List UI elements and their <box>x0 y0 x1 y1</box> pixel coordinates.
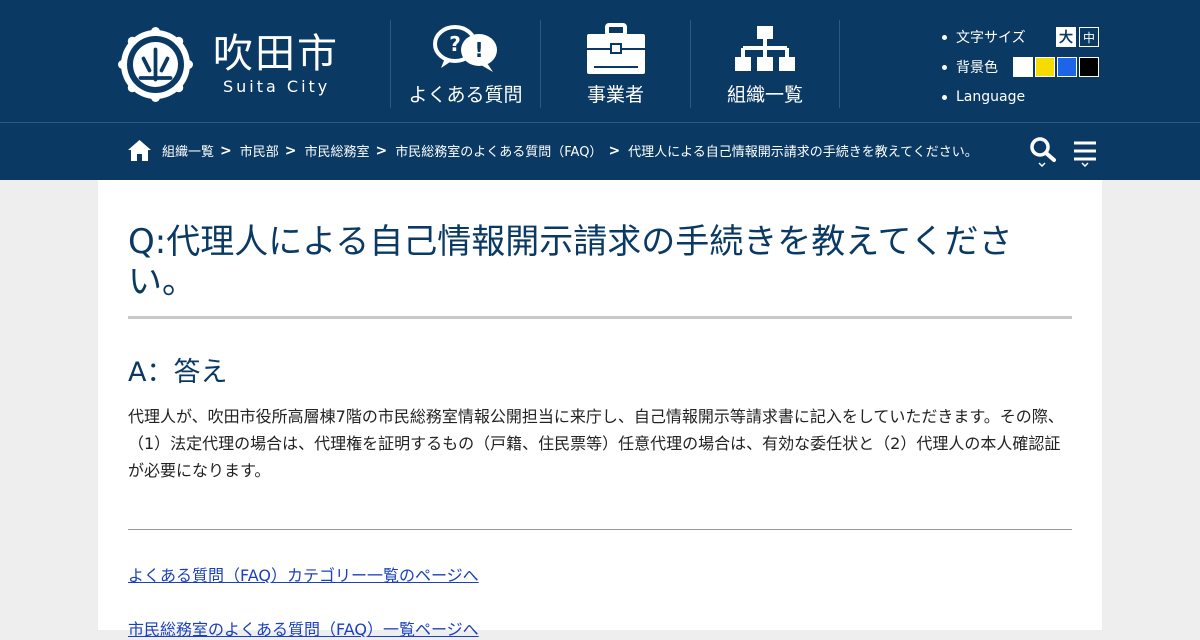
faq-list-link[interactable]: 市民総務室のよくある質問（FAQ）一覧ページへ <box>128 616 479 640</box>
svg-text:!: ! <box>474 38 483 62</box>
briefcase-icon <box>586 23 645 74</box>
search-button[interactable] <box>1030 137 1056 171</box>
home-icon <box>128 140 151 161</box>
faq-category-link[interactable]: よくある質問（FAQ）カテゴリー一覧のページへ <box>128 562 479 586</box>
bg-yellow-button[interactable] <box>1035 57 1055 77</box>
main-content: Q:代理人による自己情報開示請求の手続きを教えてください。 A：答え 代理人が、… <box>98 180 1102 639</box>
bg-black-button[interactable] <box>1079 57 1099 77</box>
home-link[interactable] <box>127 139 152 162</box>
breadcrumb-separator: > <box>608 142 621 159</box>
menu-icon <box>1074 141 1096 168</box>
breadcrumb-item[interactable]: 市民総務室 <box>305 141 370 160</box>
font-size-large-button[interactable]: 大 <box>1056 27 1076 47</box>
nav-organization[interactable]: 組織一覧 <box>690 20 840 108</box>
bg-blue-button[interactable] <box>1057 57 1077 77</box>
menu-button[interactable] <box>1072 137 1098 171</box>
city-emblem-icon <box>118 27 193 102</box>
background-color-options <box>1013 57 1101 77</box>
page-title: Q:代理人による自己情報開示請求の手続きを教えてください。 <box>128 222 1013 302</box>
bullet-icon <box>942 94 947 100</box>
breadcrumb-separator: > <box>220 142 232 159</box>
bullet-icon <box>942 34 947 40</box>
main-nav: ? ! よくある質問 事業者 組織一覧 <box>390 20 840 108</box>
bg-white-button[interactable] <box>1013 57 1033 77</box>
nav-organization-label: 組織一覧 <box>726 84 803 106</box>
breadcrumb-current: 代理人による自己情報開示請求の手続きを教えてください。 <box>628 145 978 160</box>
site-subtitle: Suita City <box>223 76 331 96</box>
breadcrumb: 組織一覧 > 市民部 > 市民総務室 > 市民総務室のよくある質問（FAQ） >… <box>127 139 978 162</box>
breadcrumb-separator: > <box>375 142 388 159</box>
org-chart-icon <box>735 26 795 71</box>
nav-faq-label: よくある質問 <box>408 84 523 106</box>
bullet-icon <box>942 64 947 70</box>
site-logo[interactable]: 吹田市 Suita City <box>118 27 339 102</box>
faq-icon: ? ! <box>432 25 497 72</box>
search-icon <box>1030 137 1056 168</box>
breadcrumb-bar: 組織一覧 > 市民部 > 市民総務室 > 市民総務室のよくある質問（FAQ） >… <box>0 122 1200 180</box>
breadcrumb-item[interactable]: 組織一覧 <box>162 141 214 160</box>
accessibility-tools: 文字サイズ 大 中 背景色 Language <box>942 22 1099 112</box>
site-header: 吹田市 Suita City ? ! よくある質問 事業者 組織一覧 文字サイズ… <box>0 0 1200 122</box>
language-link[interactable]: Language <box>956 89 1025 105</box>
nav-business-label: 事業者 <box>586 84 644 106</box>
nav-faq[interactable]: ? ! よくある質問 <box>390 20 540 108</box>
breadcrumb-item[interactable]: 市民部 <box>240 141 279 160</box>
answer-heading: A：答え <box>128 357 228 388</box>
site-title: 吹田市 <box>213 30 339 77</box>
font-size-medium-button[interactable]: 中 <box>1079 27 1099 47</box>
breadcrumb-separator: > <box>284 142 297 159</box>
nav-business[interactable]: 事業者 <box>540 20 690 108</box>
title-divider <box>128 316 1072 319</box>
header-tools <box>1030 137 1098 171</box>
font-size-label: 文字サイズ <box>956 30 1026 46</box>
answer-text: 代理人が、吹田市役所高層棟7階の市民総務室情報公開担当に来庁し、自己情報開示等請… <box>128 407 1064 480</box>
content-divider <box>128 529 1072 530</box>
breadcrumb-item[interactable]: 市民総務室のよくある質問（FAQ） <box>395 141 602 160</box>
svg-text:?: ? <box>449 32 461 56</box>
